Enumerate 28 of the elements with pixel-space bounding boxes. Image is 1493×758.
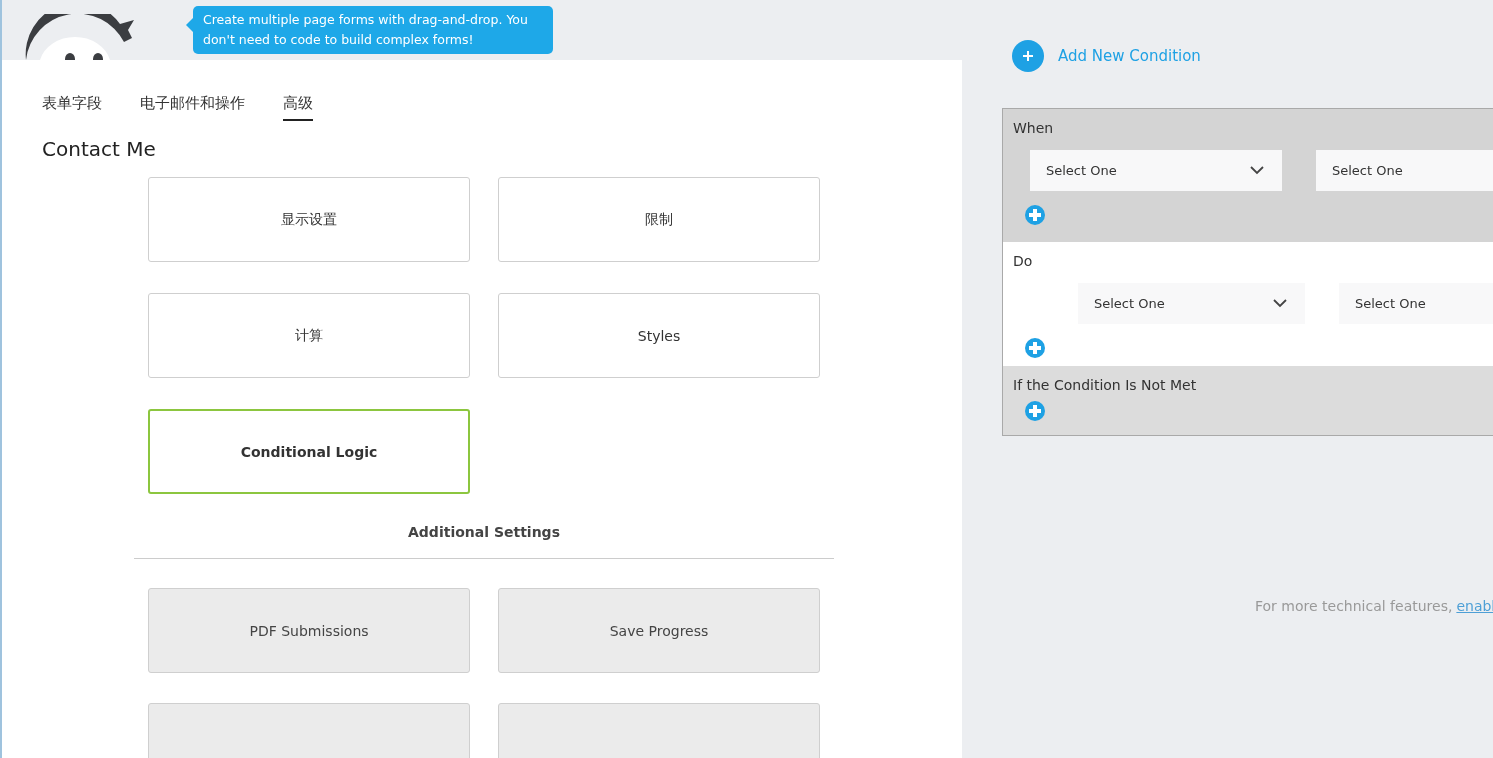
tab[interactable]: 表单字段 — [42, 90, 102, 121]
section-label: When — [1013, 120, 1055, 136]
add-circle-icon[interactable] — [1012, 40, 1044, 72]
settings-card[interactable]: Save Progress — [498, 588, 820, 673]
section-label: Do — [1013, 253, 1034, 269]
settings-card[interactable]: 计算 — [148, 293, 470, 378]
section-heading: Additional Settings — [407, 524, 561, 540]
tab[interactable]: 高级 — [283, 90, 313, 121]
settings-card[interactable]: 限制 — [498, 177, 820, 262]
select-field[interactable]: Select One — [1030, 150, 1282, 191]
tooltip: Create multiple page forms with drag-and-drop. You don't need to code to build complex forms! — [193, 6, 553, 54]
settings-card[interactable]: PDF Submissions — [148, 588, 470, 673]
add-circle-icon[interactable] — [1025, 401, 1045, 421]
select-field[interactable]: Select One — [1316, 150, 1493, 191]
add-circle-icon[interactable] — [1025, 338, 1045, 358]
section-label: If the Condition Is Not Met — [1013, 377, 1198, 393]
settings-card[interactable]: 显示设置 — [148, 177, 470, 262]
settings-card[interactable]: Styles — [498, 293, 820, 378]
chevron-icon — [1250, 166, 1264, 175]
form-title: Contact Me — [42, 137, 157, 161]
settings-card[interactable]: Conditional Logic — [148, 409, 470, 494]
add-circle-icon[interactable] — [1025, 205, 1045, 225]
footer-text: For more technical features, — [1255, 598, 1453, 614]
tab[interactable]: 电子邮件和操作 — [140, 90, 245, 121]
chevron-icon — [1273, 299, 1287, 308]
select-field[interactable]: Select One — [1078, 283, 1305, 324]
select-field[interactable]: Select One — [1339, 283, 1493, 324]
tooltip-pointer-icon — [186, 18, 193, 32]
